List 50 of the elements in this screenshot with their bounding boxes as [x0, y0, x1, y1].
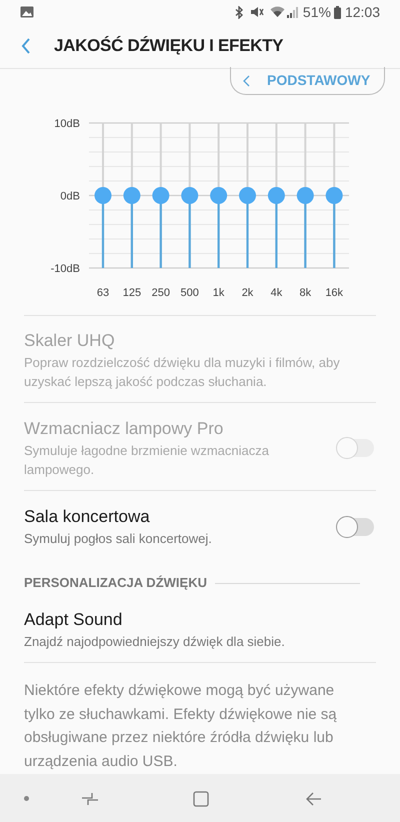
slider-thumb[interactable] — [152, 187, 170, 204]
setting-title: Wzmacniacz lampowy Pro — [24, 418, 224, 440]
dot-icon[interactable] — [24, 796, 29, 801]
section-header: PERSONALIZACJA DŹWIĘKU — [24, 574, 207, 592]
home-icon[interactable] — [193, 791, 209, 807]
battery-percentage: 51% — [302, 2, 331, 22]
slider-thumb[interactable] — [296, 187, 314, 204]
mute-icon — [250, 6, 264, 18]
setting-row[interactable]: Sala koncertowa Symuluj pogłos sali koncertowej. — [24, 490, 376, 559]
slider-thumb[interactable] — [239, 187, 256, 204]
setting-row[interactable]: Adapt Sound Znajdź najodpowiedniejszy dźwięk dla siebie. — [24, 593, 376, 663]
slider-thumb[interactable] — [123, 187, 140, 204]
frequency-label: 250 — [152, 287, 170, 299]
info-note: Niektóre efekty dźwiękowe mogą być używane tylko ze słuchawkami. Efekty dźwiękowe nie są obsługiwane przez niektóre źródła dźwięku lub urządzenia audio USB. — [23, 681, 338, 772]
frequency-label: 2k — [242, 287, 254, 299]
slider-thumb[interactable] — [94, 187, 112, 204]
axis-label: -10dB — [50, 263, 80, 275]
wifi-icon — [270, 6, 285, 18]
setting-description: Symuluje łagodne brzmienie wzmacniacza lampowego. — [24, 442, 270, 479]
image-icon — [20, 6, 34, 18]
page-title: JAKOŚĆ DŹWIĘKU I EFEKTY — [54, 35, 284, 58]
setting-title: Skaler UHQ — [24, 330, 116, 352]
slider-thumb[interactable] — [268, 187, 285, 204]
slider-thumb[interactable] — [326, 187, 343, 204]
setting-description: Symuluj pogłos sali koncertowej. — [24, 530, 213, 548]
frequency-label: 8k — [299, 287, 312, 299]
back-icon[interactable] — [305, 792, 322, 806]
frequency-label: 1k — [212, 287, 224, 299]
axis-label: 10dB — [54, 118, 80, 130]
frequency-label: 16k — [325, 287, 344, 299]
slider-thumb[interactable] — [210, 187, 228, 204]
setting-title: Sala koncertowa — [24, 506, 151, 528]
setting-description: Popraw rozdzielczość dźwięku dla muzyki i filmów, aby uzyskać lepszą jakość podczas słuchania. — [24, 354, 341, 391]
signal-icon — [286, 6, 299, 18]
frequency-label: 500 — [180, 287, 199, 299]
frequency-label: 125 — [122, 287, 142, 299]
clock-time: 12:03 — [344, 2, 380, 22]
axis-label: 0dB — [60, 190, 80, 202]
battery-icon — [334, 6, 341, 18]
back-icon — [243, 74, 250, 86]
toggle-switch[interactable] — [338, 518, 374, 536]
slider-thumb[interactable] — [181, 187, 198, 204]
recent-apps-icon[interactable] — [81, 792, 99, 806]
setting-title: Adapt Sound — [24, 609, 124, 631]
back-icon — [21, 38, 31, 54]
frequency-label: 63 — [96, 287, 110, 299]
setting-description: Znajdź najodpowiedniejszy dźwięk dla siebie. — [24, 633, 286, 651]
frequency-label: 4k — [270, 287, 282, 299]
preset-button[interactable]: PODSTAWOWY — [230, 67, 385, 95]
bluetooth-icon — [234, 6, 244, 18]
